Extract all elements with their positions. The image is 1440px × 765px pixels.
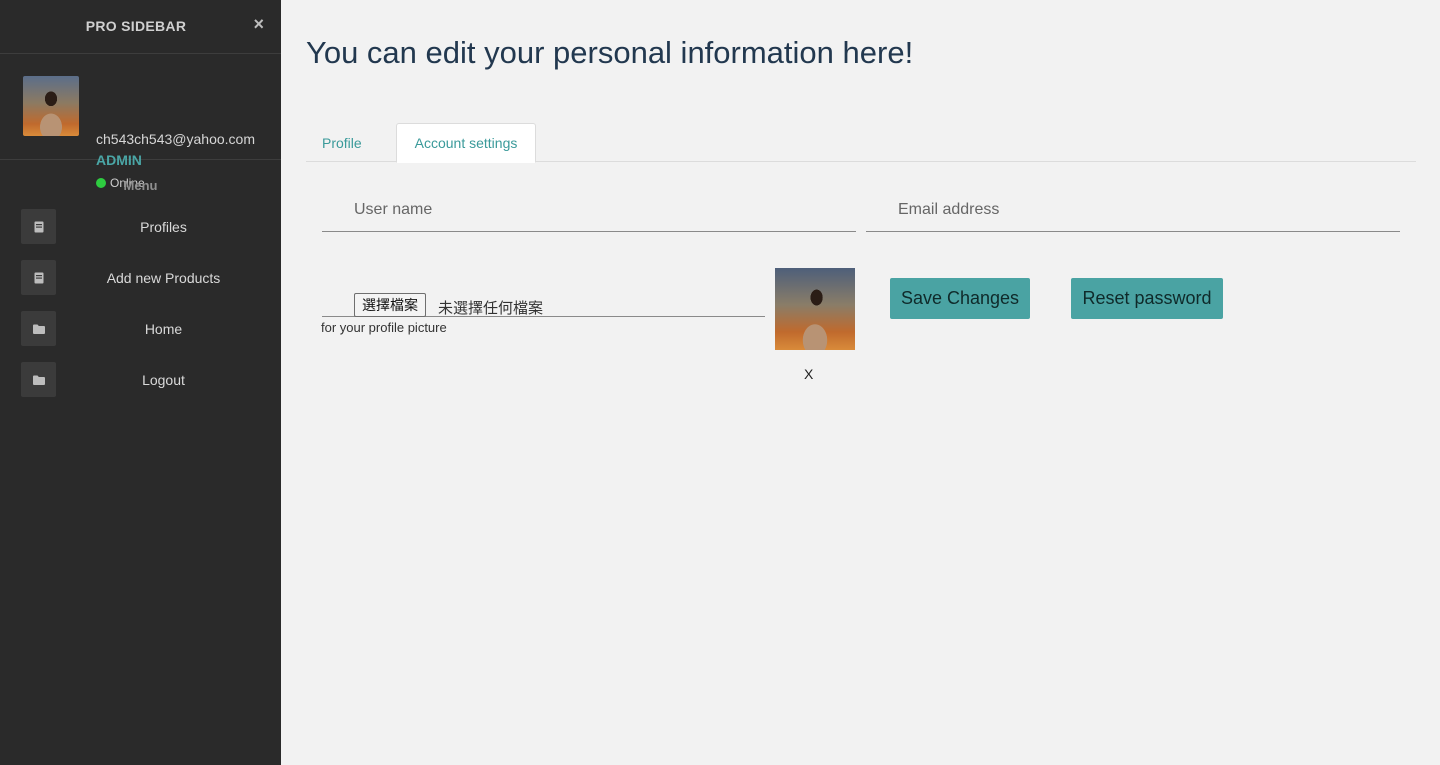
page-title: You can edit your personal information h…	[306, 35, 914, 70]
file-status-text: 未選擇任何檔案	[438, 299, 544, 317]
sidebar-item-profiles[interactable]: Profiles	[21, 209, 281, 244]
avatar	[23, 76, 79, 136]
user-email: ch543ch543@yahoo.com	[96, 131, 255, 147]
tab-profile[interactable]: Profile	[322, 123, 362, 162]
tab-account-settings[interactable]: Account settings	[396, 123, 536, 163]
sidebar: PRO SIDEBAR × ch543ch543@yahoo.com ADMIN…	[0, 0, 281, 765]
sidebar-item-label: Profiles	[140, 218, 187, 235]
email-input[interactable]	[866, 188, 1400, 231]
email-field-wrapper	[866, 188, 1400, 232]
main-content: You can edit your personal information h…	[281, 0, 1440, 765]
folder-icon	[21, 311, 56, 346]
choose-file-button[interactable]: 選擇檔案	[354, 293, 426, 317]
user-role: ADMIN	[96, 152, 142, 168]
profile-picture-preview	[775, 268, 855, 350]
reset-password-button[interactable]: Reset password	[1071, 278, 1223, 319]
sidebar-item-add-new-products[interactable]: Add new Products	[21, 260, 281, 295]
profile-picture-file-input: 選擇檔案 未選擇任何檔案	[322, 292, 765, 317]
save-changes-button[interactable]: Save Changes	[890, 278, 1030, 319]
sidebar-item-label: Home	[144, 320, 183, 337]
username-input[interactable]	[322, 188, 856, 231]
book-icon	[21, 209, 56, 244]
sidebar-item-home[interactable]: Home	[21, 311, 281, 346]
close-icon[interactable]: ×	[253, 14, 264, 35]
book-icon	[21, 260, 56, 295]
sidebar-item-label: Add new Products	[106, 269, 221, 286]
folder-icon	[21, 362, 56, 397]
sidebar-item-logout[interactable]: Logout	[21, 362, 281, 397]
sidebar-item-label: Logout	[142, 371, 185, 388]
user-info: ch543ch543@yahoo.com ADMIN Online	[0, 54, 281, 190]
file-hint: for your profile picture	[321, 320, 447, 335]
menu-heading: Menu	[123, 178, 158, 193]
sidebar-brand: PRO SIDEBAR	[85, 18, 187, 34]
remove-picture-button[interactable]: X	[804, 366, 813, 382]
username-field-wrapper	[322, 188, 856, 232]
sidebar-header: PRO SIDEBAR ×	[0, 0, 281, 54]
tab-bar: Profile Account settings	[306, 123, 1416, 163]
